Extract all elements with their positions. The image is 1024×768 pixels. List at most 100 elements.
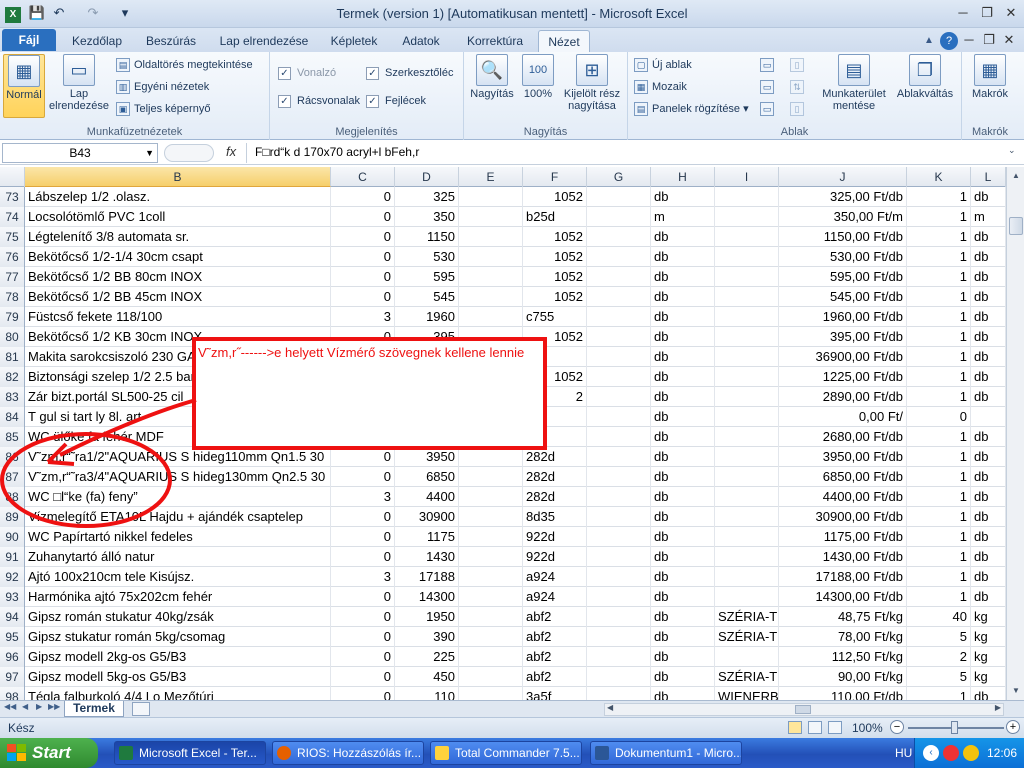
cell-j[interactable]: 17188,00 Ft/db — [779, 567, 907, 587]
cell-g[interactable] — [587, 487, 651, 507]
cell-j[interactable]: 595,00 Ft/db — [779, 267, 907, 287]
cell-b[interactable]: Füstcső fekete 118/100 — [25, 307, 331, 327]
cell-e[interactable] — [459, 667, 523, 687]
row-header[interactable]: 89 — [0, 507, 25, 527]
cell-l[interactable]: db — [971, 187, 1006, 207]
cell-d[interactable]: 545 — [395, 287, 459, 307]
cell-e[interactable] — [459, 467, 523, 487]
tab-formulas[interactable]: Képletek — [324, 30, 384, 52]
cell-k[interactable]: 1 — [907, 387, 971, 407]
cell-b[interactable]: Gipsz román stukatur 40kg/zsák — [25, 607, 331, 627]
zoom-in-icon[interactable]: + — [1006, 720, 1020, 734]
tab-insert[interactable]: Beszúrás — [138, 30, 204, 52]
macros-button[interactable]: ▦ Makrók — [968, 54, 1012, 100]
task-total-commander[interactable]: Total Commander 7.5... — [430, 741, 582, 765]
cell-g[interactable] — [587, 667, 651, 687]
cell-k[interactable]: 1 — [907, 327, 971, 347]
cell-g[interactable] — [587, 247, 651, 267]
tab-data[interactable]: Adatok — [394, 30, 448, 52]
cell-i[interactable] — [715, 207, 779, 227]
row-header[interactable]: 73 — [0, 187, 25, 207]
cell-l[interactable]: db — [971, 367, 1006, 387]
cell-g[interactable] — [587, 507, 651, 527]
row-header[interactable]: 77 — [0, 267, 25, 287]
table-row[interactable]: 87 V˜zm,r“˜ra3/4"AQUARIUS S hideg130mm Qn… — [0, 467, 1006, 487]
table-row[interactable]: 97 Gipsz modell 5kg-os G5/B3 0 450 abf2 db SZÉ… — [0, 667, 1006, 687]
row-header[interactable]: 85 — [0, 427, 25, 447]
cell-k[interactable]: 1 — [907, 687, 971, 700]
language-indicator[interactable]: HU — [895, 746, 912, 760]
view-side-by-side-button[interactable]: ▯ — [790, 56, 808, 74]
cell-k[interactable]: 1 — [907, 307, 971, 327]
close-button[interactable]: ✕ — [1000, 3, 1022, 23]
cell-c[interactable]: 0 — [331, 447, 395, 467]
next-sheet-icon[interactable]: ▶ — [36, 702, 42, 711]
cell-b[interactable]: Gipsz stukatur román 5kg/csomag — [25, 627, 331, 647]
hide-button[interactable]: ▭ — [760, 78, 778, 96]
first-sheet-icon[interactable]: ◀◀ — [4, 702, 16, 711]
cell-l[interactable]: kg — [971, 607, 1006, 627]
normal-view-status-icon[interactable] — [788, 721, 802, 734]
row-header[interactable]: 83 — [0, 387, 25, 407]
cell-d[interactable]: 30900 — [395, 507, 459, 527]
start-button[interactable]: Start — [0, 738, 98, 768]
cell-g[interactable] — [587, 327, 651, 347]
tab-home[interactable]: Kezdőlap — [62, 30, 132, 52]
cell-f[interactable]: c755 — [523, 307, 587, 327]
cell-f[interactable]: 1052 — [523, 187, 587, 207]
minimize-ribbon-icon[interactable]: ▲ — [920, 32, 938, 50]
cell-d[interactable]: 595 — [395, 267, 459, 287]
cell-g[interactable] — [587, 467, 651, 487]
cell-k[interactable]: 1 — [907, 487, 971, 507]
cell-k[interactable]: 1 — [907, 567, 971, 587]
cell-c[interactable]: 0 — [331, 187, 395, 207]
cell-f[interactable]: 922d — [523, 527, 587, 547]
cell-h[interactable]: db — [651, 687, 715, 700]
cell-k[interactable]: 5 — [907, 627, 971, 647]
row-header[interactable]: 78 — [0, 287, 25, 307]
cell-f[interactable]: 1052 — [523, 227, 587, 247]
row-header[interactable]: 86 — [0, 447, 25, 467]
cell-j[interactable]: 110,00 Ft/db — [779, 687, 907, 700]
cell-i[interactable] — [715, 587, 779, 607]
table-row[interactable]: 78 Bekötőcső 1/2 BB 45cm INOX 0 545 1052 db 54… — [0, 287, 1006, 307]
cell-i[interactable] — [715, 267, 779, 287]
workbook-close-button[interactable]: ✕ — [998, 30, 1020, 50]
table-row[interactable]: 77 Bekötőcső 1/2 BB 80cm INOX 0 595 1052 db 59… — [0, 267, 1006, 287]
cell-i[interactable] — [715, 287, 779, 307]
cell-g[interactable] — [587, 367, 651, 387]
cell-c[interactable]: 3 — [331, 487, 395, 507]
cell-b[interactable]: Bekötőcső 1/2-1/4 30cm csapt — [25, 247, 331, 267]
row-header[interactable]: 95 — [0, 627, 25, 647]
cell-k[interactable]: 1 — [907, 447, 971, 467]
scroll-thumb[interactable] — [1009, 217, 1023, 235]
cell-k[interactable]: 2 — [907, 647, 971, 667]
cell-l[interactable]: db — [971, 427, 1006, 447]
cell-d[interactable]: 3950 — [395, 447, 459, 467]
cell-j[interactable]: 6850,00 Ft/db — [779, 467, 907, 487]
cell-e[interactable] — [459, 187, 523, 207]
cell-k[interactable]: 1 — [907, 247, 971, 267]
name-box[interactable]: B43 ▼ — [2, 143, 158, 163]
restore-button[interactable]: ❐ — [976, 3, 998, 23]
cell-f[interactable]: 1052 — [523, 267, 587, 287]
cell-f[interactable]: abf2 — [523, 647, 587, 667]
scroll-right-icon[interactable]: ▶ — [995, 703, 1001, 712]
workbook-minimize-button[interactable]: ─ — [958, 30, 980, 50]
cell-i[interactable] — [715, 247, 779, 267]
cell-k[interactable]: 1 — [907, 527, 971, 547]
cell-f[interactable]: abf2 — [523, 607, 587, 627]
cell-e[interactable] — [459, 267, 523, 287]
row-header[interactable]: 98 — [0, 687, 25, 700]
cell-i[interactable] — [715, 647, 779, 667]
cell-g[interactable] — [587, 187, 651, 207]
cell-c[interactable]: 0 — [331, 607, 395, 627]
cell-f[interactable]: 1052 — [523, 287, 587, 307]
cell-e[interactable] — [459, 507, 523, 527]
row-header[interactable]: 94 — [0, 607, 25, 627]
cell-g[interactable] — [587, 227, 651, 247]
table-row[interactable]: 74 Locsolótömlő PVC 1coll 0 350 b25d m 350,00 … — [0, 207, 1006, 227]
row-header[interactable]: 92 — [0, 567, 25, 587]
table-row[interactable]: 90 WC Papírtartó nikkel fedeles 0 1175 922d d… — [0, 527, 1006, 547]
chevron-down-icon[interactable]: ▼ — [145, 144, 154, 162]
